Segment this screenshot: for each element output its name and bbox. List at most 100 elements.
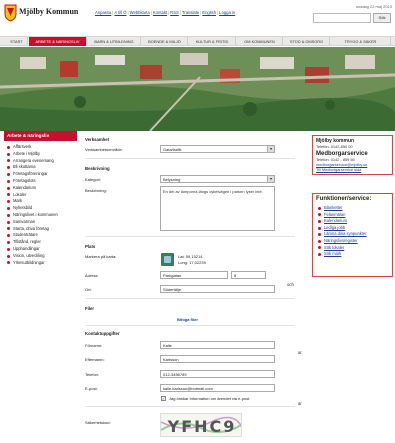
sidebar-item[interactable]: Yrkesutbildningar [4,260,77,267]
tab-barn-utbildning[interactable]: BARN & UTBILDNING [88,37,141,46]
ort-input[interactable]: Södertälje [160,285,275,293]
contact-box: Mjölby kommun Telefon: 0142-850 00 Medbo… [312,135,393,175]
efternamn-input[interactable]: Karlsson [160,355,275,363]
longitude-text: Long: 17,02239 [178,260,206,265]
tab-start[interactable]: START [6,37,28,46]
divider [85,158,295,159]
sidebar-item[interactable]: Vision, utveckling [4,253,77,260]
brand-name[interactable]: Mjölby Kommun [19,7,78,16]
link-kontakt[interactable]: Kontakt [153,10,167,15]
captcha-graphic: YFHC9 [161,416,241,436]
adress-input[interactable]: Parkgatan [160,271,228,279]
link-anpassa[interactable]: Anpassa [95,10,111,15]
function-link[interactable]: Felanmälan [316,212,389,219]
bifoga-filer-link[interactable]: Bifoga filer [177,317,198,322]
sidebar-item[interactable]: Mark [4,198,77,205]
top-links: Anpassa|A till Ö|Webbkarta|Kontakt|RSS|T… [95,10,236,15]
function-link[interactable]: Lediga jobb [316,225,389,232]
sidebar-item[interactable]: Affärsverk [4,144,77,151]
divider [85,298,295,299]
epost-input[interactable]: kalle.karlsson@hotmail.com [160,384,275,392]
contact-phone: Telefon: 0142-850 00 [316,144,353,149]
map-marker-icon[interactable] [161,253,174,266]
sidebar-item[interactable]: Företagsföreningar [4,171,77,178]
divider [85,406,295,407]
section-filer: Filer [85,306,95,311]
email-notify-label: Jag önskar information om ärendet via e-… [169,396,251,401]
sidebar-item[interactable]: Studenträtare [4,232,77,239]
sidebar-item[interactable]: Bli skuttarna [4,164,77,171]
telefon-input[interactable]: 012-3456789 [160,370,275,378]
kategori-label: Kategori: [85,177,102,182]
divider [85,236,295,237]
clipped-text-fragment: ar [298,401,302,406]
section-kontakt: Kontaktuppgifter [85,331,120,336]
sidebar-list: Affärsverk Arbete i Mjölby Arrangera eve… [4,141,77,266]
sidebar-item[interactable]: Samvarman [4,219,77,226]
link-translate[interactable]: Translate [182,10,199,15]
function-link[interactable]: Kalendarium [316,218,389,225]
sidebar-item[interactable]: Lokaler [4,192,77,199]
markera-label: Markera på karta: [85,254,117,259]
captcha-text: YFHC9 [167,417,237,436]
adress-nummer-input[interactable]: 8 [231,271,266,279]
email-notify-checkbox[interactable]: ✓ [161,396,166,401]
link-rss[interactable]: RSS [170,10,179,15]
verksamhetsomrade-label: Verksamhetsområde: [85,147,123,152]
telefon-label: Telefon: [85,372,100,377]
coat-of-arms-logo[interactable] [4,4,17,22]
section-plats: Plats [85,244,96,249]
sidebar-item[interactable]: Kalendarium [4,185,77,192]
aerial-photo-image [0,47,395,131]
kategori-select[interactable]: Belysning [160,175,275,183]
search-input[interactable] [313,13,371,23]
clipped-text-fragment: och [287,282,294,287]
verksamhetsomrade-value: Gata/trafik [163,147,182,152]
hero-aerial-photo [0,47,395,131]
sidebar-item[interactable]: Upphandlingar [4,246,77,253]
ort-label: Ort: [85,287,92,292]
link-webbkarta[interactable]: Webbkarta [130,10,150,15]
function-link[interactable]: Blanketter [316,205,389,212]
functions-list: Blanketter Felanmälan Kalendarium Lediga… [316,205,389,258]
verksamhetsomrade-select[interactable]: Gata/trafik [160,145,275,153]
current-date: onsdag 22 maj 2013 [355,4,392,9]
left-sidebar: Arbete & näringsliv Affärsverk Arbete i … [4,131,77,443]
tab-kultur-fritid[interactable]: KULTUR & FRITID [189,37,236,46]
search-button[interactable]: Sök [373,13,391,23]
adress-label: Adress: [85,273,99,278]
clipped-text-fragment: ar [298,350,302,355]
sidebar-item[interactable]: Tillstånd, regler [4,239,77,246]
functions-title: Funktioner/service: [316,196,372,202]
tab-boende-miljo[interactable]: BOENDE & MILJÖ [142,37,188,46]
link-a-till-o[interactable]: A till Ö [114,10,126,15]
kategori-value: Belysning [163,177,181,182]
tab-arbete-naringsliv[interactable]: ARBETE & NÄRINGSLIV [29,37,87,46]
tab-stod-omsorg[interactable]: STOD & OMSORG [284,37,330,46]
beskrivning-label: Beskrivning: [85,188,107,193]
sidebar-item[interactable]: Företagslots [4,178,77,185]
service-page-link[interactable]: Till Medborgarservice sida [316,167,389,172]
sidebar-item[interactable]: Nyhetsbild [4,205,77,212]
sidebar-item[interactable]: Näringslivet i kommunen [4,212,77,219]
beskrivning-textarea[interactable]: En del av lamporna längs cykelvägen i pa… [160,186,275,231]
sidebar-item[interactable]: Arbete i Mjölby [4,151,77,158]
tab-trygg-saker[interactable]: TRYGG & SÄKER [331,37,391,46]
function-link[interactable]: Sök mark [316,251,389,258]
main-nav: START ARBETE & NÄRINGSLIV BARN & UTBILDN… [0,36,395,46]
link-english[interactable]: English [202,10,216,15]
section-verksamhet: Verksamhet [85,137,110,142]
function-link[interactable]: Sök lokaler [316,245,389,252]
function-link[interactable]: Lämna dina synpunkter [316,231,389,238]
top-header: Mjölby Kommun Anpassa|A till Ö|Webbkarta… [0,0,395,34]
section-beskrivning: Beskrivning [85,166,110,171]
sidebar-item[interactable]: Starta, driva företag [4,226,77,233]
epost-label: E-post: [85,386,98,391]
sakerhetskod-label: Säkerhetskod: [85,420,111,425]
fornamn-input[interactable]: Kalle [160,341,275,349]
efternamn-label: Efternamn: [85,357,105,362]
function-link[interactable]: Näringslivsregister [316,238,389,245]
tab-om-kommunen[interactable]: OM KOMMUNEN [237,37,283,46]
link-logga-in[interactable]: Logga in [219,10,235,15]
sidebar-item[interactable]: Arrangera evenemang [4,158,77,165]
